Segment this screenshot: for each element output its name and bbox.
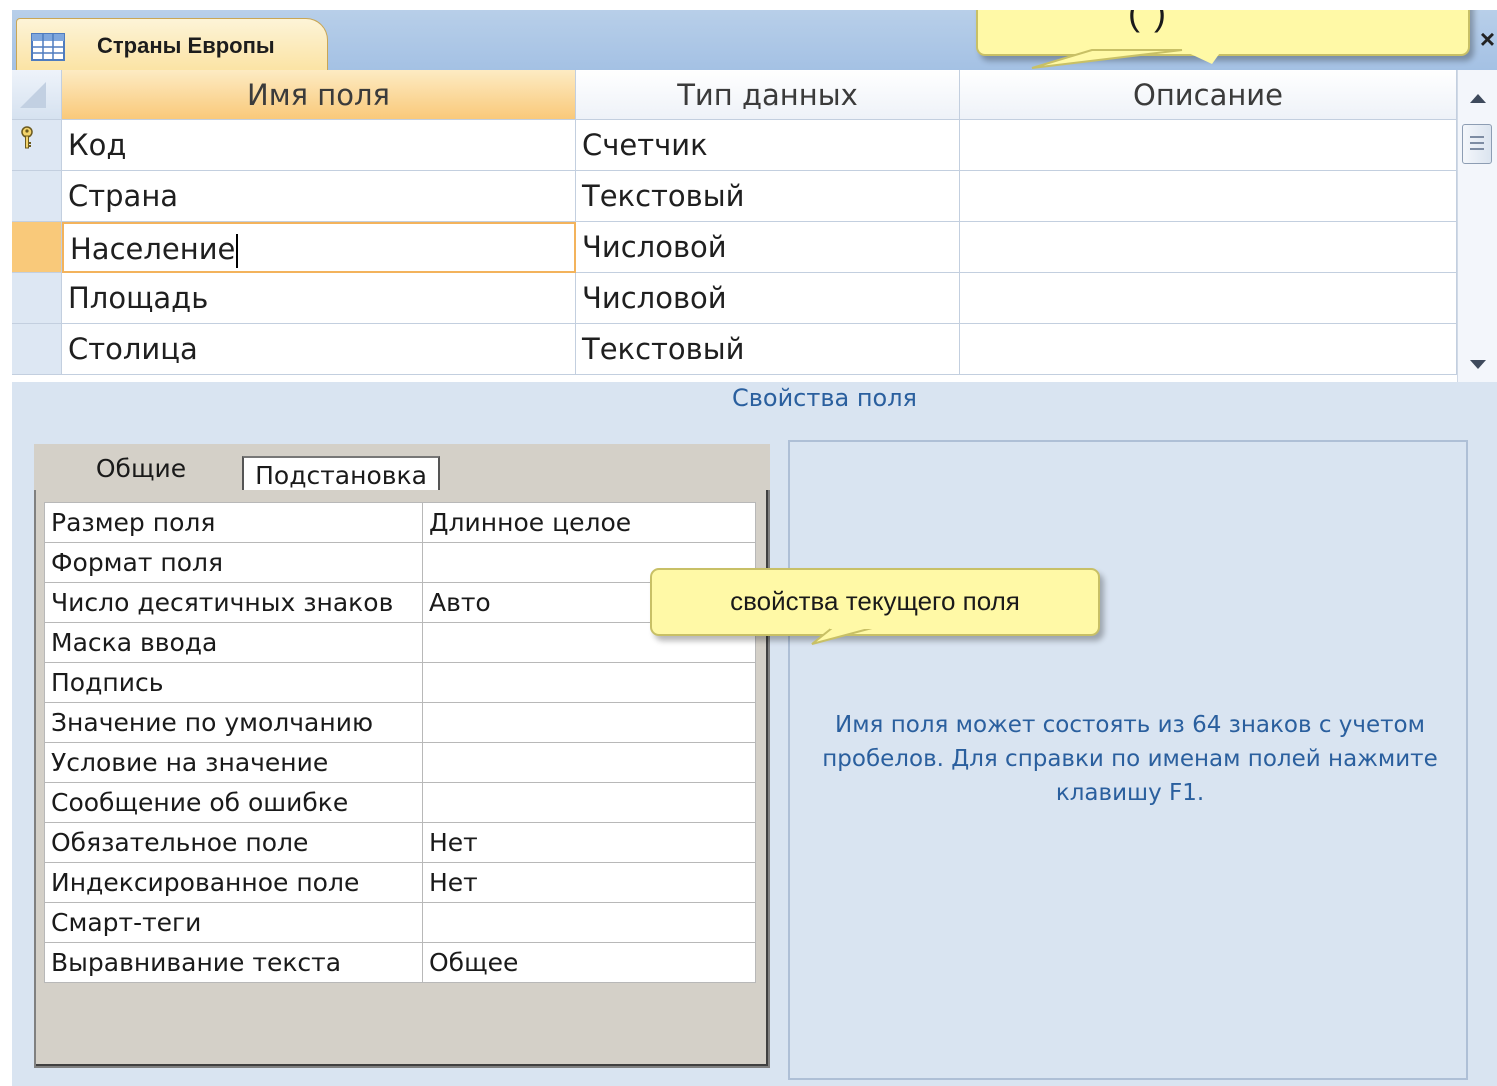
row-selector[interactable] [12, 171, 62, 222]
document-tab[interactable]: Страны Европы [16, 18, 328, 71]
callout-current-field: свойства текущего поля [650, 568, 1100, 636]
data-type-cell[interactable]: Числовой [576, 273, 960, 324]
row-selector[interactable] [12, 324, 62, 375]
text-caret [236, 234, 239, 268]
row-selector[interactable] [12, 273, 62, 324]
property-row: Число десятичных знаков Авто [44, 582, 756, 623]
close-icon[interactable]: × [1480, 24, 1495, 55]
property-label[interactable]: Формат поля [44, 542, 423, 583]
property-value[interactable] [422, 782, 756, 823]
document-title: Страны Европы [97, 33, 275, 58]
field-name-cell[interactable]: Столица [62, 324, 576, 375]
property-row: Размер поля Длинное целое [44, 502, 756, 543]
property-row: Сообщение об ошибке [44, 782, 756, 823]
property-label[interactable]: Выравнивание текста [44, 942, 423, 983]
table-row[interactable]: Столица Текстовый [12, 324, 1457, 375]
description-cell[interactable] [960, 120, 1457, 171]
table-row-current[interactable]: Население Числовой [12, 222, 1457, 273]
field-name-text: Население [70, 232, 236, 266]
property-value[interactable] [422, 902, 756, 943]
field-grid: Имя поля Тип данных Описание Код Счетчик [12, 70, 1497, 382]
table-icon [31, 33, 65, 65]
tab-general[interactable]: Общие [42, 444, 240, 496]
property-row: Маска ввода [44, 622, 756, 663]
data-type-cell[interactable]: Числовой [576, 222, 960, 273]
property-row: Формат поля [44, 542, 756, 583]
property-row: Подпись [44, 662, 756, 703]
property-label[interactable]: Число десятичных знаков [44, 582, 423, 623]
property-label[interactable]: Маска ввода [44, 622, 423, 663]
scroll-thumb[interactable] [1462, 124, 1492, 164]
callout-current-field-tail [811, 625, 874, 645]
properties-tabs: Общие Подстановка [34, 444, 770, 496]
header-field-name[interactable]: Имя поля [62, 70, 576, 120]
description-cell[interactable] [960, 324, 1457, 375]
help-text: Имя поля может состоять из 64 знаков с у… [822, 712, 1438, 806]
help-pane: Имя поля может состоять из 64 знаков с у… [788, 440, 1468, 1080]
header-data-type[interactable]: Тип данных [576, 70, 960, 120]
property-value[interactable] [422, 702, 756, 743]
property-label[interactable]: Значение по умолчанию [44, 702, 423, 743]
table-row[interactable]: Код Счетчик [12, 120, 1457, 171]
row-selector[interactable] [12, 222, 62, 273]
data-type-cell[interactable]: Счетчик [576, 120, 960, 171]
property-label[interactable]: Обязательное поле [44, 822, 423, 863]
property-row: Смарт-теги [44, 902, 756, 943]
property-label[interactable]: Подпись [44, 662, 423, 703]
table-row[interactable]: Площадь Числовой [12, 273, 1457, 324]
table-design-window: Страны Европы × Имя поля Тип данных Опис… [12, 10, 1497, 1086]
field-name-cell-editing[interactable]: Население [62, 222, 576, 273]
property-value[interactable]: Общее [422, 942, 756, 983]
callout-top-text: ( ) [1128, 10, 1168, 33]
primary-key-icon [20, 126, 34, 154]
property-label[interactable]: Индексированное поле [44, 862, 423, 903]
callout-top-tail [1031, 49, 1222, 69]
callout-current-field-text: свойства текущего поля [730, 586, 1020, 616]
description-cell[interactable] [960, 222, 1457, 273]
row-selector[interactable] [12, 120, 62, 171]
vertical-scrollbar[interactable] [1457, 70, 1497, 382]
property-label[interactable]: Условие на значение [44, 742, 423, 783]
property-row: Обязательное поле Нет [44, 822, 756, 863]
property-row: Условие на значение [44, 742, 756, 783]
property-sheet: Размер поля Длинное целое Формат поля Чис… [44, 502, 756, 983]
tab-lookup[interactable]: Подстановка [242, 456, 440, 494]
description-cell[interactable] [960, 273, 1457, 324]
property-row: Индексированное поле Нет [44, 862, 756, 903]
data-type-cell[interactable]: Текстовый [576, 324, 960, 375]
property-row: Выравнивание текста Общее [44, 942, 756, 983]
field-name-cell[interactable]: Код [62, 120, 576, 171]
property-label[interactable]: Смарт-теги [44, 902, 423, 943]
property-label[interactable]: Сообщение об ошибке [44, 782, 423, 823]
field-properties-title: Свойства поля [732, 384, 917, 412]
scroll-down-arrow-icon[interactable] [1470, 360, 1486, 369]
field-name-cell[interactable]: Площадь [62, 273, 576, 324]
select-all-corner[interactable] [12, 70, 62, 120]
table-row[interactable]: Страна Текстовый [12, 171, 1457, 222]
description-cell[interactable] [960, 171, 1457, 222]
data-type-cell[interactable]: Текстовый [576, 171, 960, 222]
property-value[interactable]: Нет [422, 822, 756, 863]
property-value[interactable]: Длинное целое [422, 502, 756, 543]
property-row: Значение по умолчанию [44, 702, 756, 743]
field-name-cell[interactable]: Страна [62, 171, 576, 222]
scroll-up-arrow-icon[interactable] [1470, 94, 1486, 103]
property-label[interactable]: Размер поля [44, 502, 423, 543]
property-value[interactable] [422, 662, 756, 703]
header-description[interactable]: Описание [960, 70, 1457, 120]
property-value[interactable] [422, 742, 756, 783]
property-value[interactable]: Нет [422, 862, 756, 903]
